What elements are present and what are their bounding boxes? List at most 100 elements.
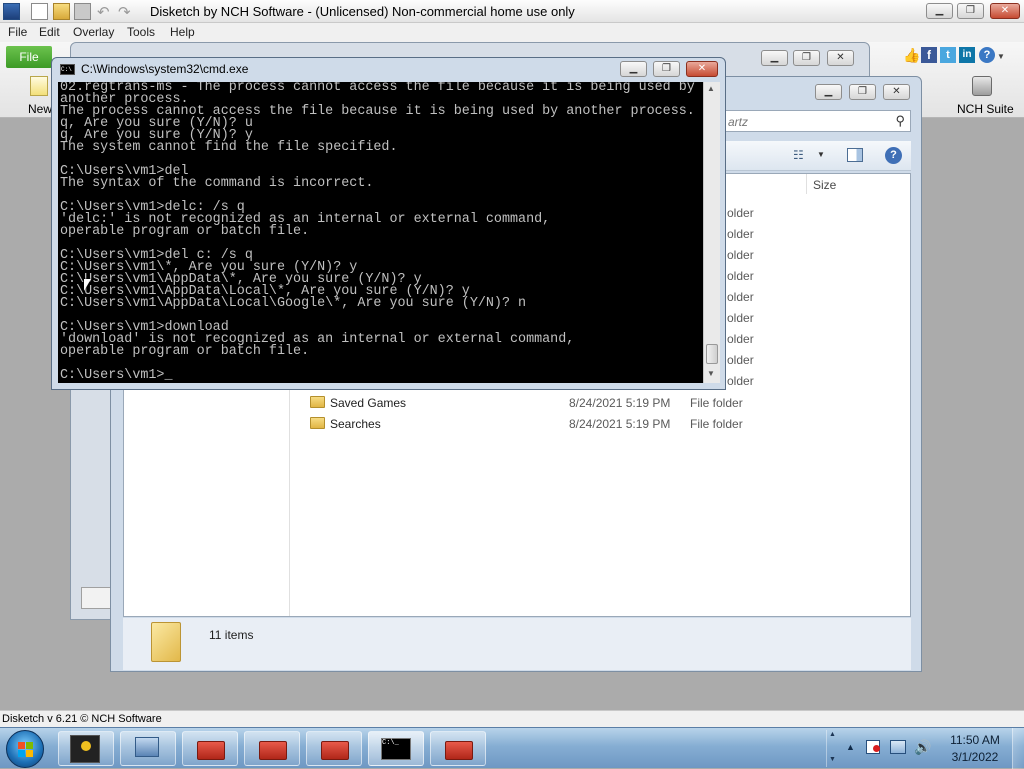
taskbar-app-toolbox-1[interactable]	[182, 731, 238, 766]
open-folder-icon[interactable]	[53, 3, 70, 20]
start-button[interactable]	[6, 730, 44, 768]
row-type: File folder	[690, 417, 743, 431]
toolbox-icon	[197, 741, 225, 760]
facebook-icon[interactable]: f	[921, 47, 937, 63]
scroll-up-icon[interactable]: ▲	[829, 731, 836, 738]
list-item-type-partial: older	[727, 290, 754, 304]
menu-file[interactable]: File	[8, 25, 27, 39]
like-icon[interactable]: 👍	[903, 47, 920, 63]
menubar: File Edit Overlay Tools Help	[0, 23, 1024, 42]
redo-icon[interactable]: ↷	[118, 3, 131, 21]
cmd-title: C:\Windows\system32\cmd.exe	[81, 62, 249, 76]
scroll-down-icon[interactable]: ▼	[707, 369, 715, 378]
app-maximize-button[interactable]: ❐	[957, 3, 984, 19]
cmd-icon: C:\	[60, 64, 75, 75]
cmd-close-button[interactable]: ✕	[686, 61, 718, 77]
toolbox-icon	[445, 741, 473, 760]
bg-window-maximize-button[interactable]: ❐	[793, 50, 820, 66]
show-desktop-button[interactable]	[1012, 728, 1024, 769]
list-item-type-partial: older	[727, 311, 754, 325]
column-header-size[interactable]: Size	[806, 174, 910, 194]
linkedin-icon[interactable]: in	[959, 47, 975, 63]
action-center-icon[interactable]	[866, 740, 880, 754]
items-count: 11 items	[209, 628, 254, 642]
search-placeholder: artz	[728, 115, 749, 129]
view-options-icon[interactable]: ☷	[793, 148, 809, 162]
cmd-maximize-button[interactable]: ❐	[653, 61, 680, 77]
explorer-details-pane: 11 items	[123, 618, 911, 670]
row-type: File folder	[690, 396, 743, 410]
help-icon[interactable]: ?	[979, 47, 995, 63]
status-text: Disketch v 6.21 © NCH Software	[2, 713, 162, 725]
list-item-type-partial: older	[727, 206, 754, 220]
volume-icon[interactable]: 🔊	[914, 739, 931, 756]
cmd-scrollbar[interactable]: ▲ ▼	[703, 82, 720, 383]
cmd-output: 02.regtrans-ms - The process cannot acce…	[60, 82, 695, 383]
taskbar-app-network[interactable]	[120, 731, 176, 766]
app-logo-icon	[3, 3, 20, 20]
folder-icon	[310, 396, 325, 408]
list-item-type-partial: older	[727, 269, 754, 283]
bg-window-minimize-button[interactable]: ▁	[761, 50, 788, 66]
cmd-window: C:\ C:\Windows\system32\cmd.exe ▁ ❐ ✕ 02…	[51, 57, 726, 390]
taskbar-scroll[interactable]: ▲ ▼	[826, 730, 838, 767]
file-tab[interactable]: File	[6, 46, 52, 68]
taskbar-app-toolbox-4[interactable]	[430, 731, 486, 766]
nch-suite-label[interactable]: NCH Suite	[957, 102, 1014, 116]
explorer-maximize-button[interactable]: ❐	[849, 84, 876, 100]
cmd-console[interactable]: 02.regtrans-ms - The process cannot acce…	[58, 82, 703, 383]
taskbar-app-toolbox-3[interactable]	[306, 731, 362, 766]
network-icon[interactable]	[890, 740, 906, 754]
mouse-cursor	[84, 279, 91, 291]
view-chevron-down-icon[interactable]: ▼	[817, 150, 825, 159]
taskbar-app-cmd[interactable]: C:\_	[368, 731, 424, 766]
taskbar-app-toolbox-2[interactable]	[244, 731, 300, 766]
explorer-help-icon[interactable]: ?	[885, 147, 902, 164]
app-minimize-button[interactable]: ▁	[926, 3, 953, 19]
menu-edit[interactable]: Edit	[39, 25, 60, 39]
explorer-close-button[interactable]: ✕	[883, 84, 910, 100]
new-icon[interactable]	[30, 76, 48, 96]
row-name: Searches	[330, 417, 381, 431]
list-item-type-partial: older	[727, 374, 754, 388]
menu-overlay[interactable]: Overlay	[73, 25, 114, 39]
nch-suite-icon[interactable]	[972, 76, 992, 96]
row-name: Saved Games	[330, 396, 407, 410]
toolbox-icon	[321, 741, 349, 760]
bg-window-close-button[interactable]: ✕	[827, 50, 854, 66]
menu-help[interactable]: Help	[170, 25, 195, 39]
media-app-icon	[70, 735, 100, 763]
row-date: 8/24/2021 5:19 PM	[569, 417, 671, 431]
save-icon[interactable]	[74, 3, 91, 20]
clock-time[interactable]: 11:50 AM	[946, 733, 1004, 747]
undo-icon[interactable]: ↶	[97, 3, 110, 21]
table-row[interactable]: Searches 8/24/2021 5:19 PM File folder	[304, 414, 904, 434]
cmd-icon: C:\_	[381, 738, 411, 760]
windows-logo-icon	[18, 742, 25, 749]
chevron-down-icon[interactable]: ▼	[997, 52, 1005, 61]
search-icon[interactable]: ⚲	[895, 113, 905, 129]
table-row[interactable]: Saved Games 8/24/2021 5:19 PM File folde…	[304, 393, 904, 413]
new-button-label[interactable]: New	[28, 102, 52, 116]
list-item-type-partial: older	[727, 353, 754, 367]
show-hidden-icons-icon[interactable]: ▲	[846, 742, 855, 752]
taskbar: C:\_ ▲ ▼ ▲ 🔊 11:50 AM 3/1/2022	[0, 727, 1024, 769]
network-app-icon	[135, 737, 159, 757]
preview-pane-icon[interactable]	[847, 148, 863, 162]
explorer-minimize-button[interactable]: ▁	[815, 84, 842, 100]
taskbar-app-media[interactable]	[58, 731, 114, 766]
cmd-minimize-button[interactable]: ▁	[620, 61, 647, 77]
scroll-up-icon[interactable]: ▲	[707, 84, 715, 93]
app-close-button[interactable]: ✕	[990, 3, 1020, 19]
scroll-down-icon[interactable]: ▼	[829, 756, 836, 763]
cmd-scroll-thumb[interactable]	[706, 344, 718, 364]
menu-tools[interactable]: Tools	[127, 25, 155, 39]
status-bar: Disketch v 6.21 © NCH Software	[0, 710, 1024, 727]
clock-date[interactable]: 3/1/2022	[946, 750, 1004, 764]
twitter-icon[interactable]: t	[940, 47, 956, 63]
list-item-type-partial: older	[727, 332, 754, 346]
folder-icon	[310, 417, 325, 429]
list-item-type-partial: older	[727, 248, 754, 262]
toolbox-icon	[259, 741, 287, 760]
new-file-icon[interactable]	[31, 3, 48, 20]
